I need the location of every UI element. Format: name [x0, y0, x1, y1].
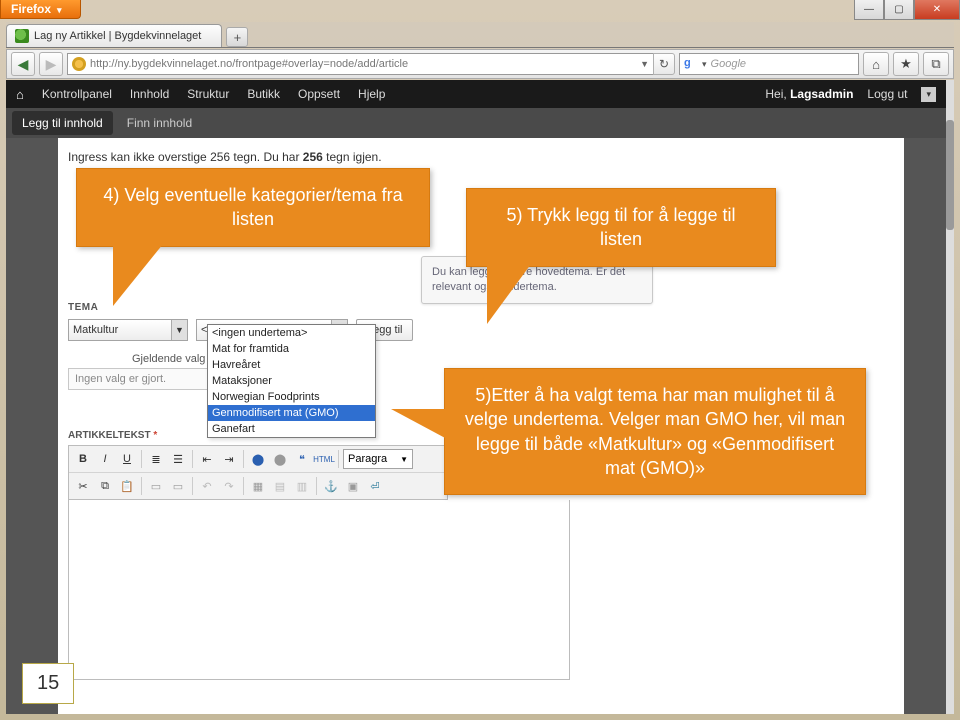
bookmarks-button[interactable]: ★	[893, 52, 919, 76]
subnav-add-content[interactable]: Legg til innhold	[12, 111, 113, 135]
forward-button[interactable]: ▶	[39, 52, 63, 76]
addon-button[interactable]: ⧉	[923, 52, 949, 76]
admin-menu: ⌂ Kontrollpanel Innhold Struktur Butikk …	[6, 80, 946, 108]
redo-button[interactable]: ↷	[219, 476, 239, 496]
tema-sub-dropdown[interactable]: <ingen undertema> Mat for framtida Havre…	[207, 324, 376, 438]
search-placeholder: Google	[711, 58, 746, 70]
firefox-menu-button[interactable]: Firefox	[0, 0, 81, 19]
undo-button[interactable]: ↶	[197, 476, 217, 496]
url-bar[interactable]: http://ny.bygdekvinnelaget.no/frontpage#…	[67, 53, 654, 75]
site-identity-icon	[72, 57, 86, 71]
admin-submenu: Legg til innhold Finn innhold	[6, 108, 946, 138]
tema-main-value: Matkultur	[73, 324, 118, 336]
google-icon: g	[684, 57, 698, 71]
window-controls: — ▢ ✕	[854, 0, 960, 20]
dropdown-option[interactable]: Mataksjoner	[208, 373, 375, 389]
subnav-find-content[interactable]: Finn innhold	[119, 111, 200, 135]
unlink-button[interactable]: ⬤	[270, 449, 290, 469]
media-button[interactable]: ▭	[168, 476, 188, 496]
annotation-step4: 4) Velg eventuelle kategorier/tema fra l…	[76, 168, 430, 247]
embed-button[interactable]: ▣	[343, 476, 363, 496]
annotation-step5a: 5) Trykk legg til for å legge til listen	[466, 188, 776, 267]
dropdown-option[interactable]: Havreåret	[208, 357, 375, 373]
table-button[interactable]: ▦	[248, 476, 268, 496]
url-dropdown-icon[interactable]: ▼	[640, 59, 649, 69]
new-tab-button[interactable]: +	[226, 27, 248, 47]
dropdown-option[interactable]: Mat for framtida	[208, 341, 375, 357]
maximize-button[interactable]: ▢	[884, 0, 914, 20]
link-button[interactable]: ⬤	[248, 449, 268, 469]
admin-item[interactable]: Kontrollpanel	[42, 87, 112, 101]
greeting: Hei, Lagsadmin	[765, 87, 853, 101]
wysiwyg-toolbar: B I U ≣ ☰ ⇤ ⇥ ⬤ ⬤ ❝ HTML Paragra▼	[68, 445, 448, 500]
underline-button[interactable]: U	[117, 449, 137, 469]
table-col-button[interactable]: ▥	[292, 476, 312, 496]
close-button[interactable]: ✕	[914, 0, 960, 20]
ingress-counter: Ingress kan ikke overstige 256 tegn. Du …	[58, 138, 904, 170]
nav-toolbar: ◀ ▶ http://ny.bygdekvinnelaget.no/frontp…	[6, 49, 954, 79]
page-number: 15	[22, 663, 74, 704]
url-text: http://ny.bygdekvinnelaget.no/frontpage#…	[90, 58, 408, 70]
dropdown-option[interactable]: Ganefart	[208, 421, 375, 437]
break-button[interactable]: ⏎	[365, 476, 385, 496]
editor-textarea[interactable]	[68, 500, 570, 680]
tema-main-select[interactable]: Matkultur ▼	[68, 319, 188, 341]
source-button[interactable]: HTML	[314, 449, 334, 469]
chevron-down-icon: ▼	[171, 320, 187, 340]
admin-item[interactable]: Innhold	[130, 87, 169, 101]
reload-button[interactable]: ↻	[653, 53, 675, 75]
tab-bar: Lag ny Artikkel | Bygdekvinnelaget +	[6, 22, 954, 48]
numbered-list-button[interactable]: ☰	[168, 449, 188, 469]
search-bar[interactable]: g ▾ Google	[679, 53, 859, 75]
cut-button[interactable]: ✂	[73, 476, 93, 496]
bold-button[interactable]: B	[73, 449, 93, 469]
home-icon[interactable]: ⌂	[16, 87, 24, 102]
scrollbar[interactable]	[946, 80, 954, 714]
admin-item[interactable]: Hjelp	[358, 87, 385, 101]
admin-caret-icon[interactable]: ▾	[921, 87, 936, 102]
admin-item[interactable]: Butikk	[247, 87, 280, 101]
paste-button[interactable]: 📋	[117, 476, 137, 496]
bullet-list-button[interactable]: ≣	[146, 449, 166, 469]
home-button[interactable]: ⌂	[863, 52, 889, 76]
tab-title: Lag ny Artikkel | Bygdekvinnelaget	[34, 30, 201, 42]
italic-button[interactable]: I	[95, 449, 115, 469]
minimize-button[interactable]: —	[854, 0, 884, 20]
quote-button[interactable]: ❝	[292, 449, 312, 469]
format-select[interactable]: Paragra▼	[343, 449, 413, 469]
image-button[interactable]: ▭	[146, 476, 166, 496]
outdent-button[interactable]: ⇤	[197, 449, 217, 469]
table-row-button[interactable]: ▤	[270, 476, 290, 496]
browser-tab[interactable]: Lag ny Artikkel | Bygdekvinnelaget	[6, 24, 222, 47]
back-button[interactable]: ◀	[11, 52, 35, 76]
dropdown-option[interactable]: Norwegian Foodprints	[208, 389, 375, 405]
indent-button[interactable]: ⇥	[219, 449, 239, 469]
anchor-button[interactable]: ⚓	[321, 476, 341, 496]
dropdown-option[interactable]: <ingen undertema>	[208, 325, 375, 341]
favicon-icon	[15, 29, 29, 43]
tema-label: TEMA	[68, 302, 894, 313]
scrollbar-thumb[interactable]	[946, 120, 954, 230]
annotation-step5b: 5)Etter å ha valgt tema har man mulighet…	[444, 368, 866, 495]
dropdown-option-highlighted[interactable]: Genmodifisert mat (GMO)	[208, 405, 375, 421]
logout-link[interactable]: Logg ut	[867, 87, 907, 101]
admin-item[interactable]: Struktur	[187, 87, 229, 101]
admin-item[interactable]: Oppsett	[298, 87, 340, 101]
copy-button[interactable]: ⧉	[95, 476, 115, 496]
